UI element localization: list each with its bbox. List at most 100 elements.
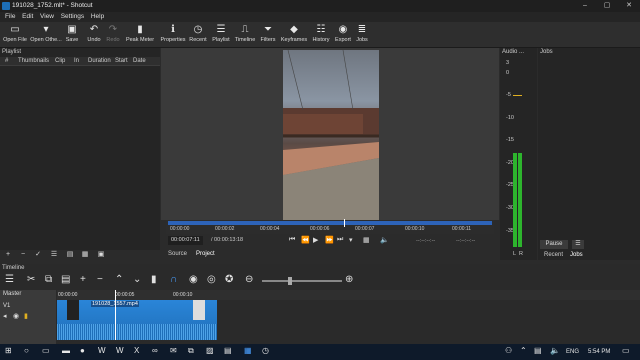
timeline-clip[interactable]: 191028_1557.mp4 (57, 300, 217, 340)
clock[interactable]: 5:54 PM (588, 349, 610, 355)
play-icon[interactable]: ▶ (313, 236, 318, 244)
check-icon[interactable]: ✓ (33, 250, 43, 260)
redo-button[interactable]: ↷ Redo (104, 24, 122, 43)
tab-jobs[interactable]: Jobs (570, 252, 583, 258)
app-icon[interactable]: ▤ (224, 346, 232, 355)
recent-button[interactable]: ◷ Recent (188, 24, 208, 43)
ripple-all-icon[interactable]: ✪ (225, 274, 233, 286)
zoom-slider-track[interactable] (262, 280, 342, 282)
playhead[interactable] (344, 219, 345, 227)
filters-button[interactable]: ⏷ Filters (258, 24, 278, 43)
menu-edit[interactable]: Edit (22, 12, 33, 22)
history-button[interactable]: ☷ History (310, 24, 332, 43)
timeline-button[interactable]: ⎍ Timeline (233, 24, 257, 43)
rewind-icon[interactable]: ⏪ (301, 236, 310, 244)
tab-project[interactable]: Project (196, 251, 215, 257)
language-indicator[interactable]: ENG (566, 349, 579, 355)
remove-icon[interactable]: − (18, 250, 28, 260)
fast-forward-icon[interactable]: ⏩ (325, 236, 334, 244)
properties-button[interactable]: ℹ Properties (159, 24, 187, 43)
lift-icon[interactable]: ⌃ (115, 274, 123, 286)
mute-icon[interactable]: ◂ (3, 312, 7, 320)
browser-icon[interactable]: ● (80, 346, 85, 355)
col-number[interactable]: # (5, 58, 8, 64)
undo-button[interactable]: ↶ Undo (85, 24, 103, 43)
mail-icon[interactable]: ✉ (170, 346, 177, 355)
lock-icon[interactable]: ▮ (24, 312, 28, 320)
append-icon[interactable]: + (80, 274, 86, 286)
icon-view-icon[interactable]: ▦ (80, 250, 90, 260)
jobs-menu-icon[interactable]: ☰ (572, 240, 584, 249)
hide-icon[interactable]: ◉ (13, 312, 19, 320)
col-duration[interactable]: Duration (88, 58, 111, 64)
save-button[interactable]: ▣ Save (63, 24, 81, 43)
scrub-icon[interactable]: ◉ (189, 274, 198, 286)
menu-settings[interactable]: Settings (61, 12, 85, 22)
app-icon[interactable]: ◷ (262, 346, 269, 355)
volume-icon[interactable]: 🔈 (380, 236, 389, 244)
tray-expand-icon[interactable]: ⌃ (520, 346, 527, 355)
open-other-button[interactable]: ▾ Open Othe... (30, 24, 62, 43)
jobs-button[interactable]: ≣ Jobs (354, 24, 370, 43)
current-timecode[interactable]: 00:00:07:11 (168, 236, 203, 245)
details-view-icon[interactable]: ▤ (65, 250, 75, 260)
file-explorer-icon[interactable]: ▬ (62, 346, 70, 355)
playlist-button[interactable]: ☰ Playlist (210, 24, 232, 43)
zoom-out-icon[interactable]: ⊖ (245, 274, 253, 286)
col-start[interactable]: Start (115, 58, 128, 64)
zoom-in-icon[interactable]: ⊕ (345, 274, 353, 286)
user-icon[interactable]: ⚇ (505, 346, 512, 355)
menu-file[interactable]: File (5, 12, 15, 22)
open-file-button[interactable]: ▭ Open File (3, 24, 27, 43)
menu-icon[interactable]: ☰ (5, 274, 14, 286)
grid-toggle-icon[interactable]: ▦ (363, 236, 370, 244)
tab-source[interactable]: Source (168, 251, 187, 257)
search-icon[interactable]: ○ (24, 346, 29, 355)
split-icon[interactable]: ▮ (151, 274, 157, 286)
peak-meter-button[interactable]: ▮ Peak Meter (124, 24, 156, 43)
maximize-button[interactable]: ▢ (596, 0, 618, 12)
app-icon[interactable]: W (116, 346, 124, 355)
overwrite-icon[interactable]: ⌄ (133, 274, 141, 286)
pause-jobs-button[interactable]: Pause (540, 240, 568, 249)
photos-icon[interactable]: ▨ (206, 346, 214, 355)
paste-icon[interactable]: ▤ (61, 274, 70, 286)
col-clip[interactable]: Clip (55, 58, 65, 64)
keyframes-button[interactable]: ◆ Keyframes (280, 24, 308, 43)
windows-start-icon[interactable]: ⊞ (5, 346, 12, 355)
skip-previous-icon[interactable]: ⏮ (289, 236, 295, 244)
tab-recent[interactable]: Recent (544, 252, 563, 258)
minimize-button[interactable]: – (574, 0, 596, 12)
timeline-ruler[interactable] (57, 290, 640, 300)
scrubber-bar[interactable] (168, 221, 492, 225)
app-icon[interactable]: ⧉ (188, 346, 194, 356)
volume-tray-icon[interactable]: 🔈 (550, 346, 560, 355)
menu-help[interactable]: Help (91, 12, 104, 22)
grid-view-icon[interactable]: ▣ (96, 250, 106, 260)
excel-icon[interactable]: X (134, 346, 139, 355)
close-button[interactable]: ✕ (618, 0, 640, 12)
col-date[interactable]: Date (133, 58, 146, 64)
task-view-icon[interactable]: ▭ (42, 346, 50, 355)
snap-icon[interactable]: ∩ (170, 274, 177, 286)
shotcut-taskbar-icon[interactable]: ▦ (244, 346, 252, 355)
skip-next-icon[interactable]: ⏭ (337, 236, 343, 244)
timeline-playhead[interactable] (115, 290, 116, 340)
export-button[interactable]: ◉ Export (333, 24, 353, 43)
zoom-slider-handle[interactable] (288, 277, 292, 285)
cut-icon[interactable]: ✂ (27, 274, 35, 286)
add-icon[interactable]: + (3, 250, 13, 260)
toggle-zoom-icon[interactable]: ▾ (349, 236, 353, 244)
copy-icon[interactable]: ⧉ (45, 274, 52, 286)
app-icon[interactable]: ∞ (152, 346, 158, 355)
ripple-delete-icon[interactable]: − (97, 274, 103, 286)
word-icon[interactable]: W (98, 346, 106, 355)
notifications-icon[interactable]: ▭ (622, 346, 630, 355)
list-view-icon[interactable]: ☰ (49, 250, 59, 260)
col-in[interactable]: In (74, 58, 79, 64)
window-title: 191028_1752.mlt* - Shotcut (12, 2, 93, 9)
menu-view[interactable]: View (40, 12, 54, 22)
ripple-icon[interactable]: ◎ (207, 274, 216, 286)
network-icon[interactable]: ▤ (534, 346, 542, 355)
col-thumbnails[interactable]: Thumbnails (18, 58, 49, 64)
